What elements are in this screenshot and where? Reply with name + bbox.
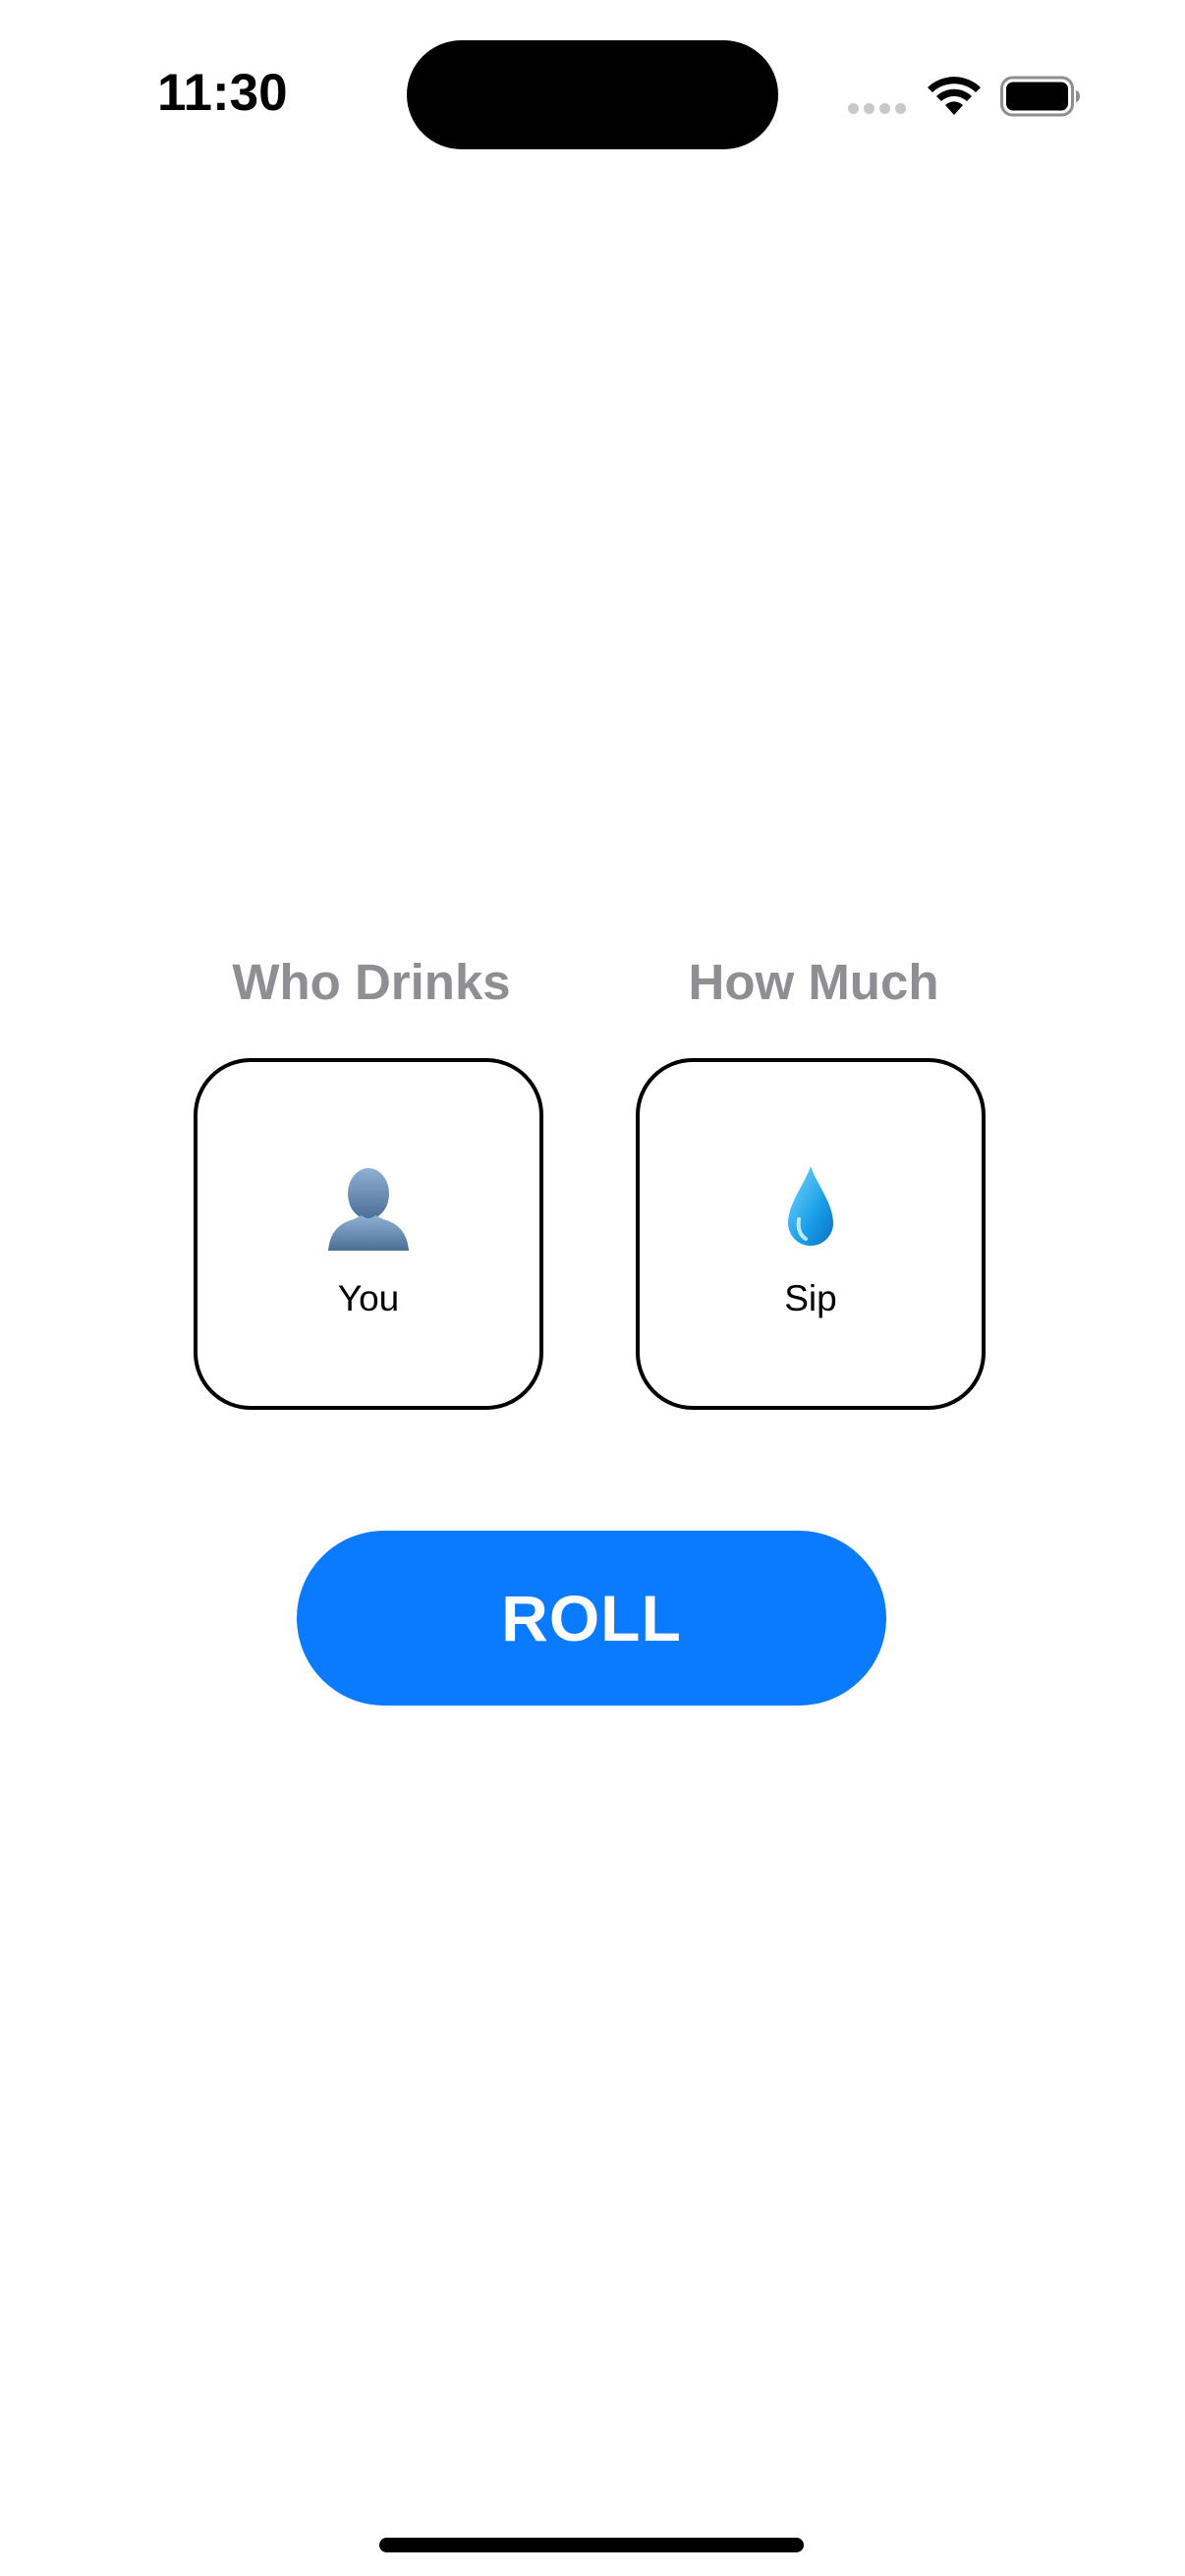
home-indicator[interactable] (379, 2538, 804, 2552)
cellular-signal-icon (848, 103, 909, 115)
status-time: 11:30 (157, 64, 288, 122)
who-drinks-value: You (337, 1278, 400, 1318)
water-droplet-icon (788, 1166, 833, 1246)
how-much-label: How Much (688, 954, 939, 1010)
dynamic-island (407, 40, 778, 149)
person-silhouette-icon (328, 1168, 409, 1251)
roll-button[interactable]: ROLL (297, 1531, 886, 1706)
how-much-card: Sip (636, 1058, 986, 1410)
wifi-icon (928, 77, 981, 115)
how-much-value: Sip (784, 1278, 837, 1318)
who-drinks-label: Who Drinks (232, 954, 511, 1010)
battery-full-icon (1000, 76, 1080, 117)
who-drinks-card: You (194, 1058, 543, 1410)
